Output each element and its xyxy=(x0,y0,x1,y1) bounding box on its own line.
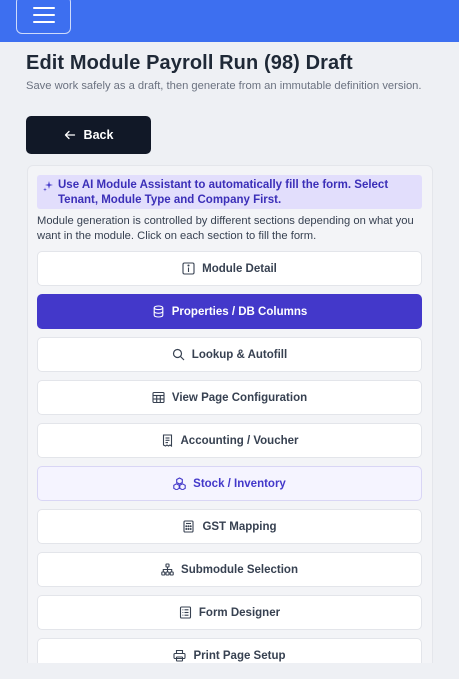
search-icon xyxy=(172,348,185,361)
calculator-icon xyxy=(183,520,194,533)
section-submodule-selection[interactable]: Submodule Selection xyxy=(37,552,422,587)
section-form-designer[interactable]: Form Designer xyxy=(37,595,422,630)
section-view-page-configuration[interactable]: View Page Configuration xyxy=(37,380,422,415)
section-gst-mapping[interactable]: GST Mapping xyxy=(37,509,422,544)
boxes-icon xyxy=(173,477,186,490)
form-icon xyxy=(179,606,191,619)
section-label: Form Designer xyxy=(198,606,281,619)
page-subtitle: Save work safely as a draft, then genera… xyxy=(26,80,422,92)
printer-icon xyxy=(173,649,187,662)
back-button[interactable]: Back xyxy=(26,116,151,154)
viewport-bottom-edge xyxy=(0,663,459,679)
info-icon xyxy=(182,262,195,275)
section-label: View Page Configuration xyxy=(171,391,308,404)
info-text: Module generation is controlled by diffe… xyxy=(37,215,414,242)
database-icon xyxy=(153,305,164,318)
section-label: Stock / Inventory xyxy=(193,477,286,490)
ai-banner-text: Use AI Module Assistant to automatically… xyxy=(58,179,389,206)
section-label: GST Mapping xyxy=(202,520,277,533)
arrow-left-icon xyxy=(64,130,75,140)
section-lookup-autofill[interactable]: Lookup & Autofill xyxy=(37,337,422,372)
top-navbar xyxy=(0,0,459,42)
ai-assistant-banner: Use AI Module Assistant to automatically… xyxy=(37,175,422,209)
section-accounting-voucher[interactable]: Accounting / Voucher xyxy=(37,423,422,458)
hamburger-menu-icon[interactable] xyxy=(16,0,71,34)
page-title: Edit Module Payroll Run (98) Draft xyxy=(26,52,353,74)
section-stock-inventory[interactable]: Stock / Inventory xyxy=(37,466,422,501)
receipt-icon xyxy=(162,434,172,447)
section-label: Accounting / Voucher xyxy=(180,434,299,447)
section-label: Module Detail xyxy=(202,262,277,275)
table-icon xyxy=(152,391,165,404)
section-properties-db-columns[interactable]: Properties / DB Columns xyxy=(37,294,422,329)
section-label: Print Page Setup xyxy=(193,649,286,662)
section-label: Submodule Selection xyxy=(181,563,298,576)
section-label: Properties / DB Columns xyxy=(171,305,308,318)
hierarchy-icon xyxy=(161,563,174,576)
sparkles-icon xyxy=(43,181,53,192)
section-module-detail[interactable]: Module Detail xyxy=(37,251,422,286)
section-label: Lookup & Autofill xyxy=(191,348,288,361)
back-button-label: Back xyxy=(83,128,114,142)
